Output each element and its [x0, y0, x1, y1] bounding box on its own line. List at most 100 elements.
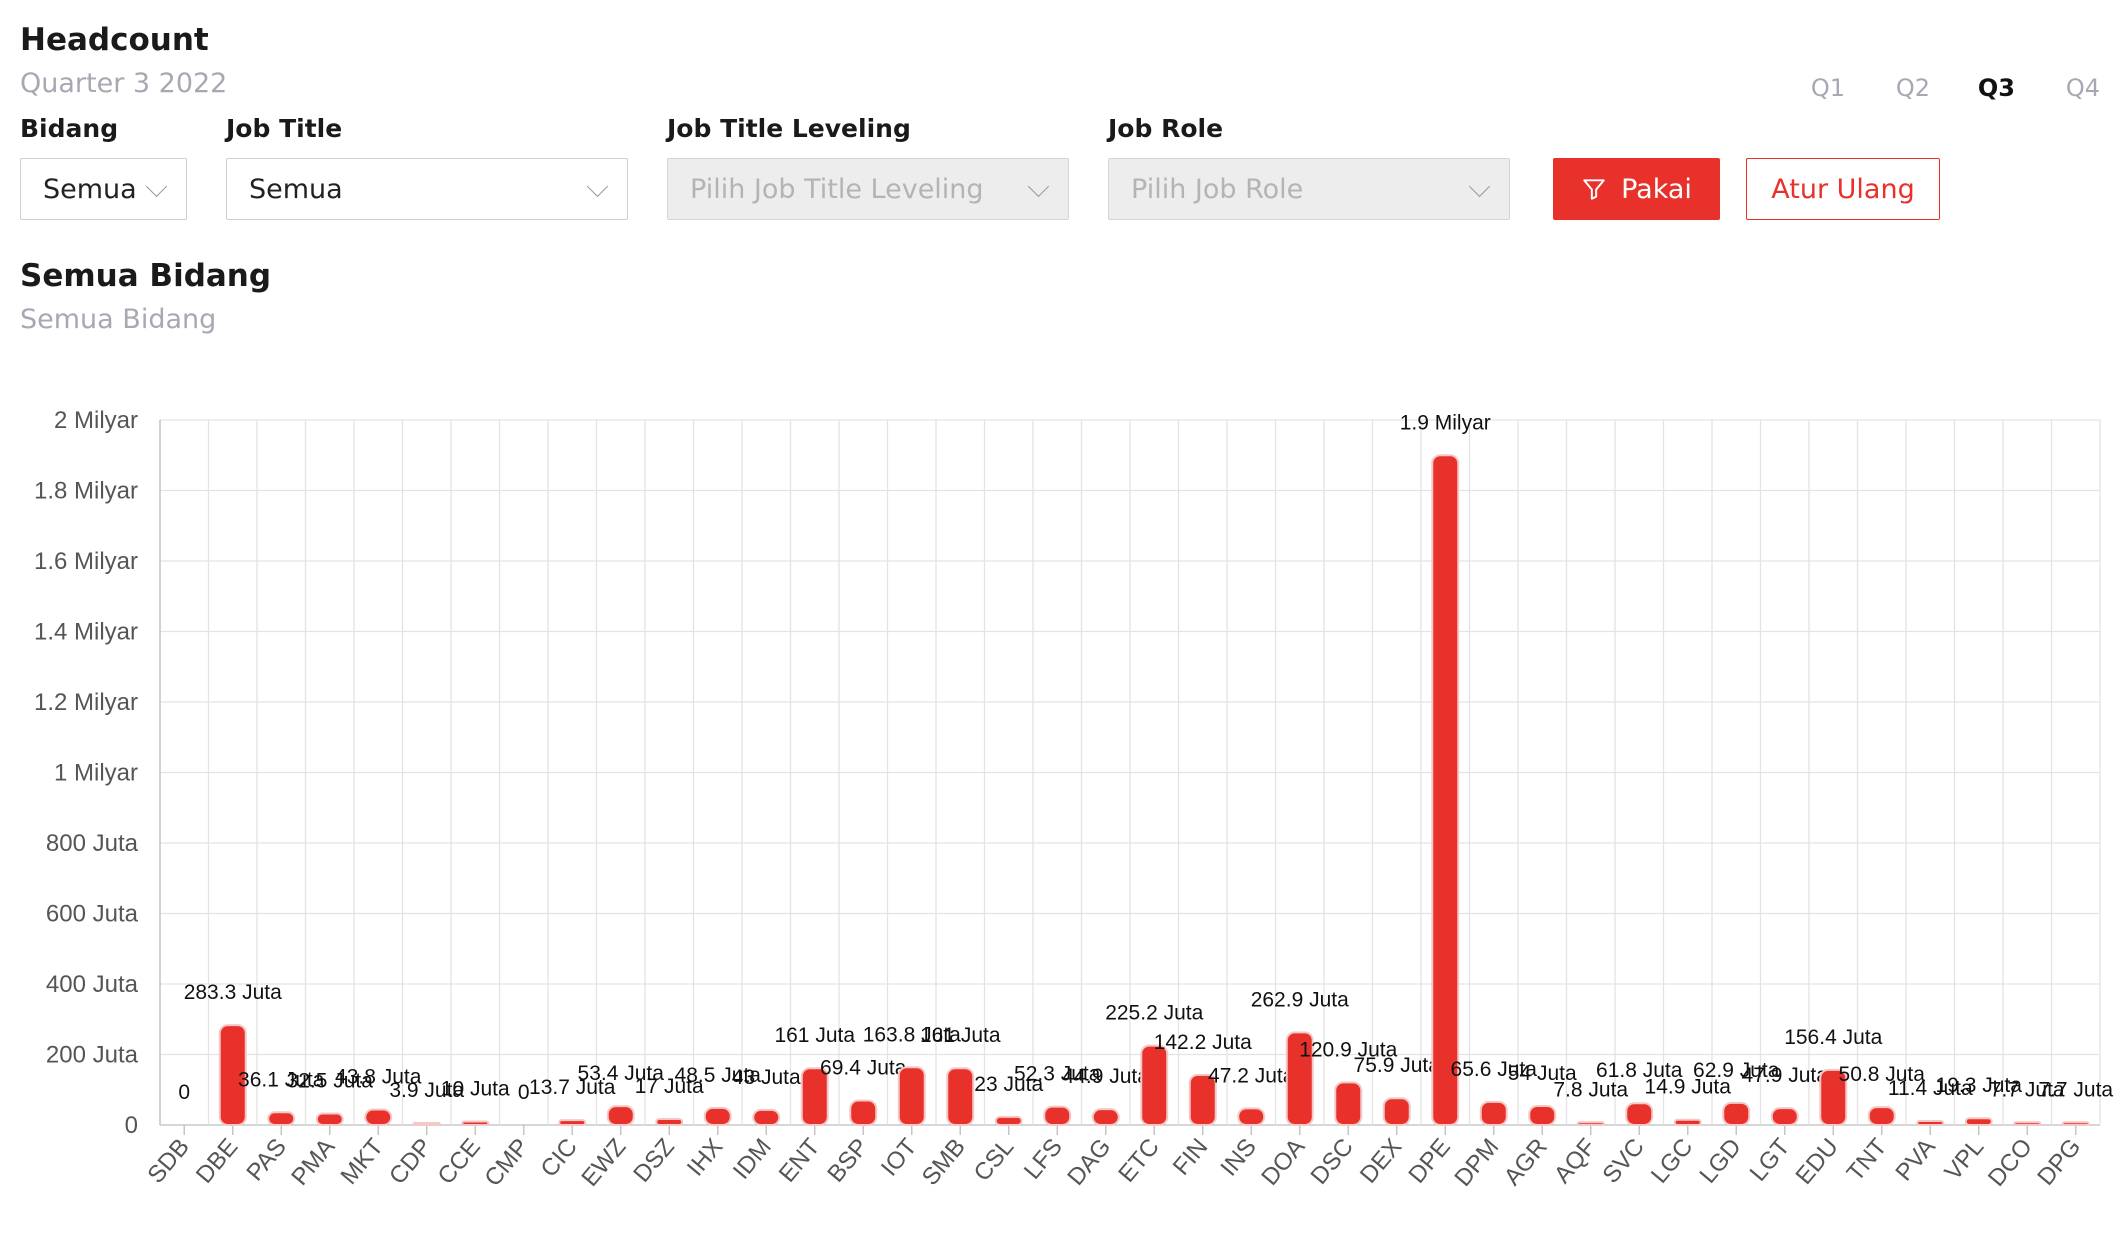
bar [849, 1099, 878, 1126]
x-tick-label: DPE [1403, 1134, 1455, 1189]
x-tick-label: ETC [1113, 1134, 1165, 1188]
x-tick-label: SMB [917, 1134, 971, 1191]
bar [1479, 1100, 1508, 1126]
x-tick-label: AGR [1499, 1134, 1553, 1191]
x-tick-label: DBE [191, 1134, 243, 1189]
x-tick-label: CMP [479, 1134, 534, 1192]
y-tick-label: 400 Juta [46, 971, 139, 998]
x-tick-label: IDM [728, 1134, 777, 1185]
y-tick-label: 600 Juta [46, 901, 139, 928]
section-title: Semua Bidang [20, 258, 272, 294]
job-title-select[interactable]: Semua [226, 158, 628, 220]
job-role-select[interactable]: Pilih Job Role [1108, 158, 1510, 220]
bar [897, 1066, 926, 1126]
tab-q2[interactable]: Q2 [1845, 74, 1930, 102]
data-label: 142.2 Juta [1154, 1031, 1252, 1054]
y-tick-label: 0 [125, 1112, 138, 1139]
x-tick-label: CDP [384, 1134, 437, 1190]
apply-button-label: Pakai [1621, 173, 1692, 205]
reset-button-label: Atur Ulang [1771, 173, 1915, 205]
bar [1528, 1104, 1557, 1127]
data-label: 262.9 Juta [1251, 988, 1349, 1011]
chevron-down-icon [1027, 175, 1050, 198]
data-label: 156.4 Juta [1784, 1026, 1882, 1049]
bar [1576, 1121, 1605, 1126]
data-label: 7.7 Juta [2038, 1078, 2113, 1101]
x-tick-label: DCO [1983, 1134, 2038, 1192]
chevron-down-icon [1468, 175, 1491, 198]
bar [655, 1118, 684, 1127]
job-title-leveling-select[interactable]: Pilih Job Title Leveling [667, 158, 1069, 220]
x-tick-label: CCE [433, 1134, 486, 1190]
x-tick-label: EWZ [576, 1134, 631, 1192]
bar [315, 1112, 344, 1127]
bar [1964, 1117, 1993, 1127]
x-tick-label: DSC [1306, 1134, 1359, 1190]
chevron-down-icon [145, 175, 168, 198]
bar [412, 1122, 441, 1126]
y-tick-label: 800 Juta [46, 830, 139, 857]
page-subtitle: Quarter 3 2022 [20, 68, 228, 99]
bidang-select-value: Semua [43, 173, 137, 205]
tab-q4[interactable]: Q4 [2015, 74, 2100, 102]
y-tick-label: 1.6 Milyar [34, 548, 138, 575]
x-tick-label: CSL [969, 1134, 1020, 1187]
y-tick-label: 200 Juta [46, 1042, 139, 1069]
data-label: 69.4 Juta [820, 1057, 907, 1080]
bar [752, 1108, 781, 1127]
job-title-leveling-label: Job Title Leveling [667, 114, 911, 143]
bar [1140, 1044, 1169, 1127]
x-tick-label: FIN [1168, 1134, 1214, 1181]
bar [2013, 1121, 2042, 1127]
bar [1431, 454, 1460, 1126]
y-tick-label: 1.8 Milyar [34, 478, 138, 505]
x-tick-label: SDB [142, 1134, 194, 1189]
bar [1091, 1108, 1120, 1126]
reset-button[interactable]: Atur Ulang [1746, 158, 1940, 220]
data-label: 0 [178, 1081, 190, 1104]
bar [1770, 1107, 1799, 1126]
x-tick-label: IOT [876, 1133, 923, 1181]
bar [558, 1119, 587, 1127]
job-title-label: Job Title [226, 114, 343, 143]
headcount-bar-chart: 0 200 Juta 400 Juta 600 Juta 800 Juta 1 Milya… [34, 407, 2113, 1192]
bar [1722, 1101, 1751, 1127]
data-label: 0 [518, 1081, 530, 1104]
data-label: 75.9 Juta [1354, 1054, 1441, 1077]
y-tick-label: 2 Milyar [54, 407, 138, 434]
data-label: 44.9 Juta [1063, 1065, 1150, 1088]
bar [994, 1115, 1023, 1127]
section-subtitle: Semua Bidang [20, 304, 217, 335]
y-tick-label: 1.2 Milyar [34, 689, 138, 716]
bar [1334, 1081, 1363, 1126]
x-tick-label: DOA [1256, 1134, 1310, 1191]
quarter-tabs: Q1 Q2 Q3 Q4 [1760, 74, 2100, 102]
x-tick-label: INS [1215, 1134, 1261, 1182]
data-label: 47.9 Juta [1742, 1064, 1829, 1087]
bar [1867, 1106, 1896, 1127]
bidang-label: Bidang [20, 114, 119, 143]
x-tick-label: LGT [1745, 1133, 1796, 1186]
apply-button[interactable]: Pakai [1553, 158, 1720, 220]
bar [1382, 1097, 1411, 1126]
chevron-down-icon [586, 175, 609, 198]
bidang-select[interactable]: Semua [20, 158, 187, 220]
bar [1237, 1107, 1266, 1126]
x-tick-label: PVA [1890, 1134, 1940, 1187]
page-title: Headcount [20, 22, 209, 58]
x-tick-label: PMA [286, 1134, 340, 1191]
tab-q3[interactable]: Q3 [1930, 74, 2015, 102]
data-label: 10 Juta [441, 1077, 510, 1100]
bar [267, 1111, 296, 1127]
tab-q1[interactable]: Q1 [1760, 74, 1845, 102]
bar [1916, 1119, 1945, 1127]
bar [606, 1105, 635, 1127]
x-tick-label: LFS [1019, 1134, 1068, 1185]
x-tick-label: LGC [1646, 1134, 1698, 1189]
bar [1625, 1102, 1654, 1127]
funnel-icon [1583, 179, 1605, 200]
job-title-select-value: Semua [249, 173, 343, 205]
x-tick-label: ENT [774, 1133, 826, 1187]
data-label: 43 Juta [732, 1066, 801, 1089]
job-role-label: Job Role [1108, 114, 1224, 143]
